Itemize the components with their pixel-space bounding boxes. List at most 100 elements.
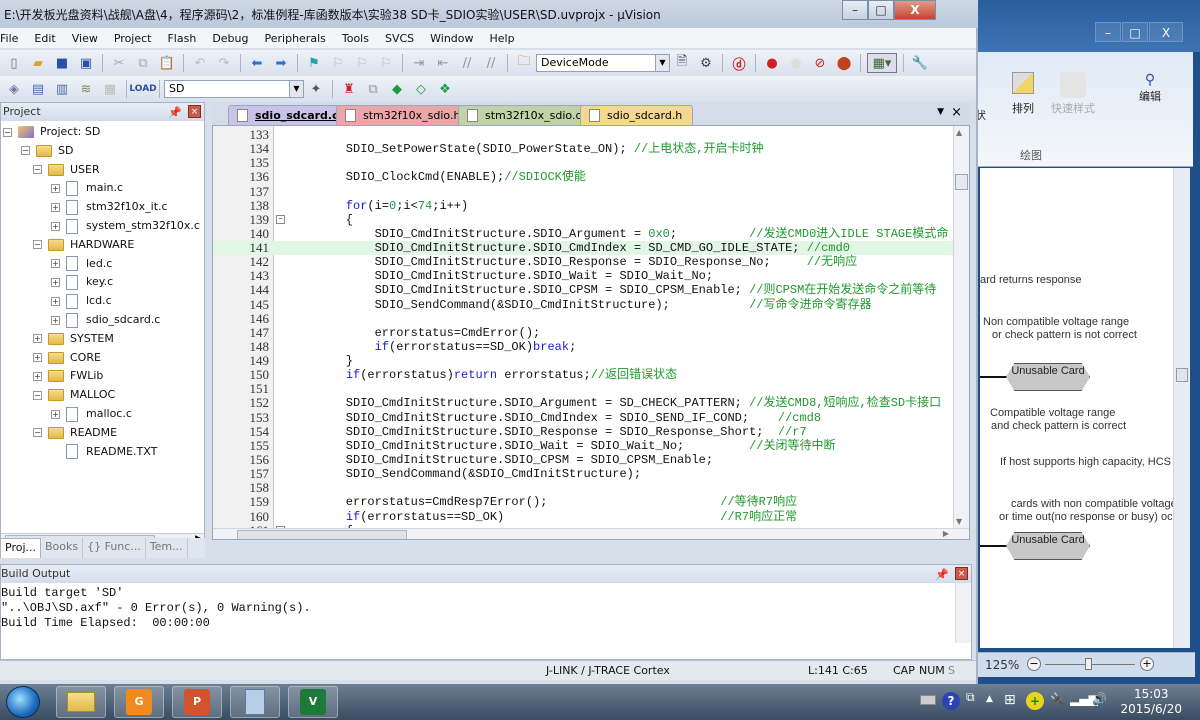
code-line[interactable]: 150 if(errorstatus)return errorstatus;//… (213, 368, 955, 383)
menu-view[interactable]: View (64, 32, 106, 45)
taskbar-explorer[interactable] (56, 686, 106, 718)
incremental-find-icon[interactable]: ⚙ (696, 53, 716, 73)
select-packs-icon[interactable]: ◇ (411, 79, 431, 99)
tab-templates[interactable]: Tem... (146, 538, 188, 558)
fold-toggle-icon[interactable]: − (276, 214, 285, 224)
stop-build-icon[interactable]: ▦ (100, 79, 120, 99)
expand-icon[interactable]: + (51, 409, 60, 419)
start-button[interactable] (6, 686, 40, 718)
collapse-icon[interactable]: − (33, 390, 42, 400)
prev-bookmark-icon[interactable]: ⚐ (328, 53, 348, 73)
unindent-icon[interactable]: ⇤ (433, 53, 453, 73)
ribbon-quick-styles-button[interactable]: 快速样式 (1043, 72, 1103, 116)
open-file-icon[interactable]: ▰ (28, 53, 48, 73)
expand-icon[interactable]: + (51, 315, 60, 325)
expand-icon[interactable]: + (51, 202, 60, 212)
redo-icon[interactable]: ↷ (214, 53, 234, 73)
close-panel-button[interactable]: × (955, 567, 968, 580)
windows-icon[interactable]: ⊞ (1004, 692, 1016, 708)
code-line[interactable]: 156 SDIO_CmdInitStructure.SDIO_CPSM = SD… (213, 452, 955, 467)
code-line[interactable]: 152 SDIO_CmdInitStructure.SDIO_Argument … (213, 396, 955, 411)
collapse-icon[interactable]: − (33, 428, 42, 438)
code-line[interactable]: 134 SDIO_SetPowerState(SDIO_PowerState_O… (213, 142, 955, 157)
code-line[interactable]: 140 SDIO_CmdInitStructure.SDIO_Argument … (213, 226, 955, 241)
zoom-in-button[interactable]: + (1140, 657, 1154, 671)
tree-item[interactable]: + SYSTEM (33, 330, 114, 348)
tree-item[interactable]: + FWLib (33, 367, 103, 385)
manage-rte-icon[interactable]: ◆ (387, 79, 407, 99)
ribbon-arrange-button[interactable]: 排列 (1008, 72, 1038, 116)
rebuild-icon[interactable]: ▥ (52, 79, 72, 99)
scroll-down-icon[interactable]: ▼ (956, 517, 962, 526)
collapse-icon[interactable]: − (3, 127, 12, 137)
copy-icon[interactable]: ⧉ (133, 53, 153, 73)
volume-icon[interactable]: 🔊 (1092, 692, 1107, 706)
scroll-thumb[interactable] (1176, 368, 1188, 382)
tree-item[interactable]: − HARDWARE (33, 236, 134, 254)
show-hidden-icons[interactable]: ▲ (986, 694, 993, 704)
pin-icon[interactable]: 📌 (935, 566, 949, 584)
comment-icon[interactable]: // (457, 53, 477, 73)
batch-build-icon[interactable]: ≋ (76, 79, 96, 99)
code-line[interactable]: 153 SDIO_CmdInitStructure.SDIO_CmdIndex … (213, 410, 955, 425)
code-line[interactable]: 158 (213, 481, 955, 495)
build-output-scrollbar[interactable] (955, 583, 971, 643)
code-line[interactable]: 149 } (213, 354, 955, 369)
target-select-combo[interactable]: SD ▼ (164, 80, 304, 98)
tree-item[interactable]: − USER (33, 161, 100, 179)
tab-sdio-sdcard-h[interactable]: sdio_sdcard.h (580, 105, 694, 125)
tree-item[interactable]: README.TXT (51, 443, 157, 461)
close-panel-button[interactable]: × (188, 105, 201, 118)
collapse-icon[interactable]: − (33, 240, 42, 250)
collapse-icon[interactable]: − (21, 146, 30, 156)
tab-stm32f10x-sdio-c[interactable]: stm32f10x_sdio.c (458, 105, 593, 125)
manage-project-items-icon[interactable]: ⧉ (363, 79, 383, 99)
code-line[interactable]: 138 for(i=0;i<74;i++) (213, 198, 955, 213)
power-icon[interactable]: 🔌 (1050, 692, 1065, 706)
taskbar-foxit-pdf[interactable]: G (114, 686, 164, 718)
expand-icon[interactable]: + (51, 183, 60, 193)
code-line[interactable]: 147 errorstatus=CmdError(); (213, 325, 955, 340)
find-in-files-icon[interactable]: 🗀 (514, 53, 534, 73)
code-line[interactable]: 137 (213, 184, 955, 199)
pin-icon[interactable]: 📌 (168, 104, 182, 122)
close-button[interactable]: X (894, 0, 936, 20)
zoom-slider-thumb[interactable] (1085, 658, 1092, 670)
device-mode-combo[interactable]: DeviceMode ▼ (536, 54, 670, 72)
tree-item[interactable]: − SD (21, 142, 73, 160)
save-icon[interactable]: ■ (52, 53, 72, 73)
tab-functions[interactable]: {} Func... (83, 538, 146, 558)
word-close-button[interactable]: X (1149, 22, 1183, 42)
undo-icon[interactable]: ↶ (190, 53, 210, 73)
collapse-icon[interactable]: − (33, 165, 42, 175)
manage-components-icon[interactable]: ♜ (339, 79, 359, 99)
breakpoint-disable-all-icon[interactable]: ⊘ (810, 53, 830, 73)
code-editor[interactable]: 133 134 SDIO_SetPowerState(SDIO_PowerStat… (212, 125, 970, 540)
uncomment-icon[interactable]: // (481, 53, 501, 73)
code-line[interactable]: 146 (213, 311, 955, 326)
next-bookmark-icon[interactable]: ⚐ (352, 53, 372, 73)
tab-list-dropdown-icon[interactable]: ▼ (937, 107, 944, 117)
tree-item[interactable]: + led.c (51, 255, 112, 273)
expand-icon[interactable]: + (33, 334, 42, 344)
maximize-button[interactable]: □ (868, 0, 894, 20)
expand-icon[interactable]: + (33, 353, 42, 363)
tree-item[interactable]: + lcd.c (51, 292, 112, 310)
scroll-thumb[interactable] (955, 174, 968, 190)
code-line[interactable]: 136 SDIO_ClockCmd(ENABLE);//SDIOCK使能 (213, 170, 955, 185)
pack-installer-icon[interactable]: ❖ (435, 79, 455, 99)
code-line[interactable]: 133 (213, 128, 955, 142)
code-line[interactable]: 154 SDIO_CmdInitStructure.SDIO_Response … (213, 424, 955, 439)
help-icon[interactable]: ? (942, 692, 960, 710)
build-icon[interactable]: ▤ (28, 79, 48, 99)
menu-window[interactable]: Window (422, 32, 481, 45)
editor-horizontal-scrollbar[interactable]: ▶ (213, 528, 969, 539)
plus-app-icon[interactable]: + (1026, 692, 1044, 710)
word-vertical-scrollbar[interactable] (1173, 168, 1190, 648)
zoom-out-button[interactable]: − (1027, 657, 1041, 671)
taskbar-calculator[interactable] (230, 686, 280, 718)
load-icon[interactable]: LOAD (129, 79, 156, 99)
keyboard-icon[interactable] (920, 695, 936, 705)
menu-edit[interactable]: Edit (26, 32, 63, 45)
code-line[interactable]: 157 SDIO_SendCommand(&SDIO_CmdInitStruct… (213, 467, 955, 482)
